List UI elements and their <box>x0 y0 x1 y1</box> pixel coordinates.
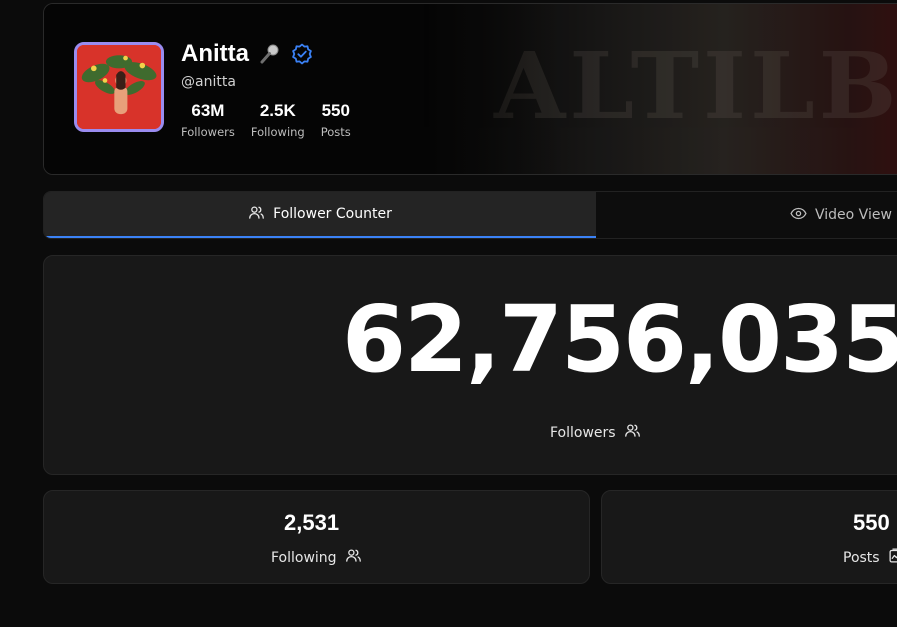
stat-value: 550 <box>321 101 350 120</box>
avatar[interactable] <box>74 42 164 132</box>
follower-counter-card: 62,756,035 Followers <box>43 255 897 475</box>
follower-count: 62,756,035 <box>342 286 897 393</box>
tab-label: Video View C <box>815 207 897 223</box>
profile-header: ALTILBRINAT <box>43 3 897 175</box>
tab-label: Follower Counter <box>273 206 392 222</box>
avatar-image <box>77 45 161 129</box>
stat-label: Following <box>250 125 305 139</box>
following-card: 2,531 Following <box>43 490 590 584</box>
users-icon <box>345 547 362 568</box>
verified-badge-icon <box>291 43 313 65</box>
users-icon <box>248 204 265 225</box>
microphone-icon <box>259 43 281 65</box>
page: ALTILBRINAT <box>0 0 897 627</box>
posts-label: Posts <box>843 547 897 568</box>
stat-value: 2.5K <box>259 101 296 120</box>
card-label-text: Following <box>271 549 337 566</box>
stat-label: Followers <box>181 125 235 139</box>
stat-value: 63M <box>191 101 225 120</box>
counter-label-text: Followers <box>550 424 616 441</box>
follower-count-label: Followers <box>550 422 641 443</box>
counter-tabs: Follower Counter Video View C <box>43 191 897 239</box>
posts-card: 550 Posts <box>601 490 897 584</box>
tab-video-view-counter[interactable]: Video View C <box>596 192 897 238</box>
eye-icon <box>790 205 807 226</box>
posts-count: 550 <box>853 510 890 535</box>
profile-handle: @anitta <box>181 74 236 90</box>
stat-following: 2.5K Following <box>251 101 305 139</box>
following-count: 2,531 <box>284 510 340 535</box>
profile-name-row: Anitta <box>181 40 313 68</box>
posts-icon <box>888 547 897 568</box>
tab-follower-counter[interactable]: Follower Counter <box>44 192 596 238</box>
profile-stats: 63M Followers 2.5K Following 550 Posts <box>181 101 351 139</box>
users-icon <box>624 422 641 443</box>
following-label: Following <box>271 547 362 568</box>
profile-name: Anitta <box>181 40 249 67</box>
card-label-text: Posts <box>843 549 880 566</box>
stat-posts: 550 Posts <box>321 101 351 139</box>
stat-label: Posts <box>320 125 351 139</box>
stat-followers: 63M Followers <box>181 101 235 139</box>
